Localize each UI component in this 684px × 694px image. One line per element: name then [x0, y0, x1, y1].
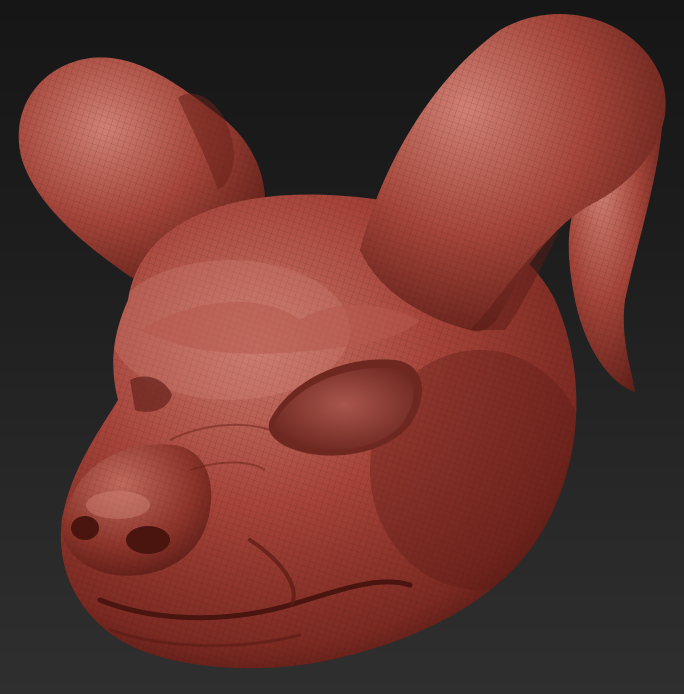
sculpt-viewport[interactable]	[0, 0, 684, 694]
right-nostril	[126, 526, 170, 554]
sculpt-canvas[interactable]	[0, 0, 684, 694]
left-nostril	[71, 516, 99, 540]
